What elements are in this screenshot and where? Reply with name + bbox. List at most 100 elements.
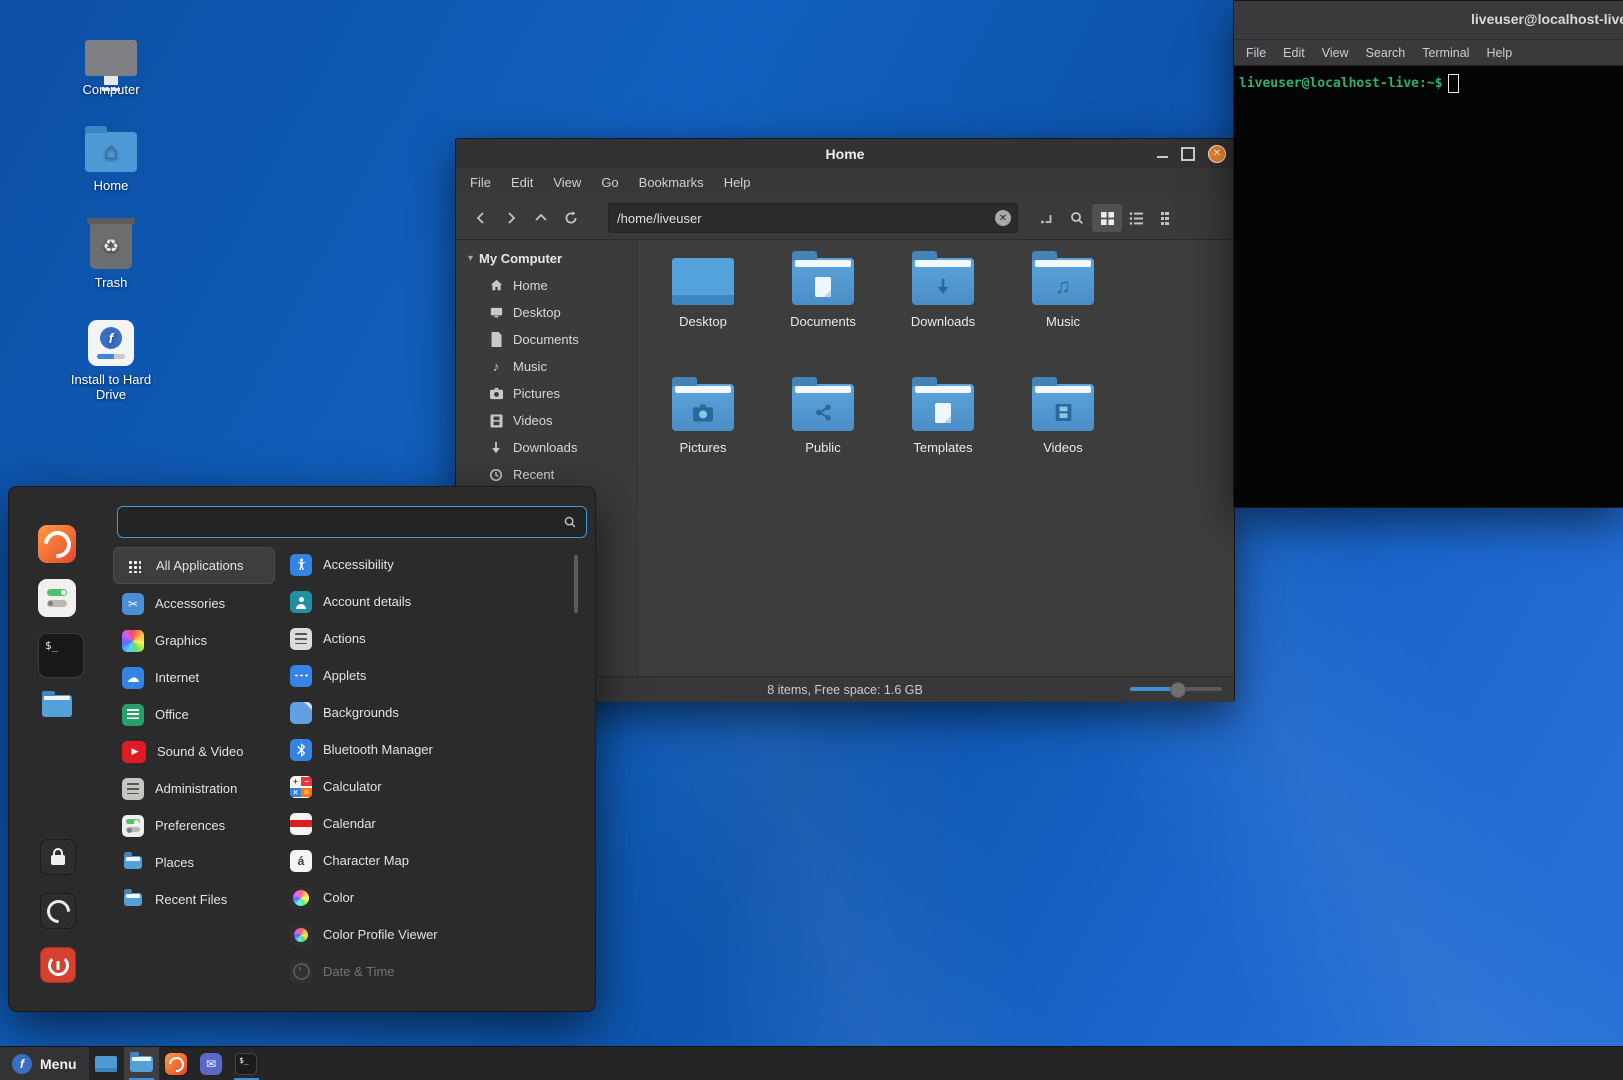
file-grid[interactable]: Desktop Documents Downloads ♫ Music — [637, 240, 1234, 676]
folder-icon — [42, 695, 72, 717]
file-item-templates[interactable]: Templates — [883, 376, 1003, 502]
terminal-launcher[interactable]: $_ — [38, 633, 84, 678]
category-office[interactable]: Office — [113, 697, 275, 732]
zoom-slider-handle[interactable] — [1170, 682, 1186, 698]
list-view-button[interactable] — [1122, 204, 1152, 232]
app-character-map[interactable]: á Character Map — [281, 843, 581, 878]
search-button[interactable] — [1062, 204, 1092, 232]
up-button[interactable] — [526, 204, 556, 232]
terminal-menu-help[interactable]: Help — [1486, 46, 1512, 60]
public-folder-icon — [792, 384, 854, 431]
menu-bookmarks[interactable]: Bookmarks — [639, 175, 704, 190]
clear-location-icon[interactable]: ✕ — [995, 210, 1011, 226]
sidebar-item-videos[interactable]: Videos — [456, 407, 636, 434]
desktop-icon-computer[interactable]: Computer — [57, 24, 165, 97]
menu-scrollbar[interactable] — [574, 555, 578, 613]
show-desktop-launcher[interactable] — [89, 1047, 124, 1080]
desktop-icon-home[interactable]: ⌂ Home — [57, 120, 165, 193]
sidebar-item-desktop[interactable]: Desktop — [456, 299, 636, 326]
app-actions[interactable]: Actions — [281, 621, 581, 656]
lock-screen-button[interactable] — [40, 839, 76, 875]
shut-down-button[interactable] — [40, 947, 76, 983]
category-recent-files[interactable]: Recent Files — [113, 882, 275, 917]
search-input[interactable] — [118, 515, 563, 530]
category-places[interactable]: Places — [113, 845, 275, 880]
terminal-menu-search[interactable]: Search — [1366, 46, 1406, 60]
sidebar-item-downloads[interactable]: Downloads — [456, 434, 636, 461]
files-taskbar-button[interactable] — [124, 1047, 159, 1080]
location-bar[interactable]: /home/liveuser ✕ — [608, 203, 1018, 233]
file-item-documents[interactable]: Documents — [763, 250, 883, 376]
menu-search-box[interactable] — [117, 506, 587, 538]
menu-go[interactable]: Go — [601, 175, 618, 190]
app-applets[interactable]: Applets — [281, 658, 581, 693]
menu-button[interactable]: f Menu — [0, 1047, 89, 1080]
compact-view-button[interactable] — [1152, 204, 1182, 232]
file-item-pictures[interactable]: Pictures — [643, 376, 763, 502]
firefox-launcher[interactable] — [38, 525, 76, 563]
files-launcher[interactable] — [38, 687, 76, 725]
file-item-desktop[interactable]: Desktop — [643, 250, 763, 376]
icon-view-button[interactable] — [1092, 204, 1122, 232]
toggle-location-entry-button[interactable] — [1032, 204, 1062, 232]
desktop-icon-trash[interactable]: ♻ Trash — [57, 217, 165, 290]
refresh-button[interactable] — [556, 204, 586, 232]
forward-button[interactable] — [496, 204, 526, 232]
category-accessories[interactable]: ✂ Accessories — [113, 586, 275, 621]
terminal-taskbar-button[interactable]: $_ — [229, 1047, 264, 1080]
firefox-taskbar-button[interactable] — [159, 1047, 194, 1080]
file-item-downloads[interactable]: Downloads — [883, 250, 1003, 376]
system-settings-launcher[interactable] — [38, 579, 76, 617]
sidebar-item-home[interactable]: Home — [456, 272, 636, 299]
category-graphics[interactable]: Graphics — [113, 623, 275, 658]
maximize-button[interactable] — [1181, 147, 1195, 161]
music-folder-icon: ♫ — [1032, 258, 1094, 305]
office-icon — [122, 704, 144, 726]
menu-view[interactable]: View — [553, 175, 581, 190]
app-calculator[interactable]: +−×= Calculator — [281, 769, 581, 804]
menu-file[interactable]: File — [470, 175, 491, 190]
menu-edit[interactable]: Edit — [511, 175, 533, 190]
sidebar-item-documents[interactable]: Documents — [456, 326, 636, 353]
mail-taskbar-button[interactable]: ✉ — [194, 1047, 229, 1080]
file-manager-titlebar[interactable]: Home ✕ — [456, 139, 1234, 168]
desktop-icon-install[interactable]: f Install to Hard Drive — [57, 314, 165, 402]
log-out-button[interactable] — [40, 893, 76, 929]
app-accessibility[interactable]: Accessibility — [281, 547, 581, 582]
app-bluetooth-manager[interactable]: Bluetooth Manager — [281, 732, 581, 767]
search-icon — [563, 515, 577, 529]
sidebar-item-music[interactable]: ♪ Music — [456, 353, 636, 380]
firefox-icon — [38, 525, 76, 563]
terminal-menu-terminal[interactable]: Terminal — [1422, 46, 1469, 60]
zoom-slider[interactable] — [1130, 687, 1222, 691]
folder-icon — [130, 1056, 153, 1072]
sidebar-item-recent[interactable]: Recent — [456, 461, 636, 488]
app-color-profile-viewer[interactable]: Color Profile Viewer — [281, 917, 581, 952]
app-color[interactable]: Color — [281, 880, 581, 915]
category-all-applications[interactable]: All Applications — [113, 547, 275, 584]
sidebar-item-pictures[interactable]: Pictures — [456, 380, 636, 407]
terminal-menu-view[interactable]: View — [1322, 46, 1349, 60]
minimize-button[interactable] — [1157, 156, 1168, 158]
close-button[interactable]: ✕ — [1208, 145, 1226, 163]
app-account-details[interactable]: Account details — [281, 584, 581, 619]
menu-help[interactable]: Help — [724, 175, 751, 190]
app-date-time[interactable]: Date & Time — [281, 954, 581, 989]
app-calendar[interactable]: Calendar — [281, 806, 581, 841]
category-sound-video[interactable]: ▶ Sound & Video — [113, 734, 275, 769]
terminal-menu-edit[interactable]: Edit — [1283, 46, 1305, 60]
sidebar-section-my-computer[interactable]: ▾ My Computer — [456, 246, 636, 272]
terminal-menu-file[interactable]: File — [1246, 46, 1266, 60]
category-internet[interactable]: ☁ Internet — [113, 660, 275, 695]
file-item-videos[interactable]: Videos — [1003, 376, 1123, 502]
file-item-music[interactable]: ♫ Music — [1003, 250, 1123, 376]
clock-icon — [488, 468, 504, 482]
category-administration[interactable]: Administration — [113, 771, 275, 806]
file-item-public[interactable]: Public — [763, 376, 883, 502]
display-icon — [95, 1056, 117, 1072]
category-preferences[interactable]: Preferences — [113, 808, 275, 843]
back-button[interactable] — [466, 204, 496, 232]
terminal-output[interactable]: liveuser@localhost-live:~$ — [1234, 66, 1623, 101]
app-backgrounds[interactable]: Backgrounds — [281, 695, 581, 730]
terminal-titlebar[interactable]: liveuser@localhost-live:~ — [1234, 1, 1623, 40]
